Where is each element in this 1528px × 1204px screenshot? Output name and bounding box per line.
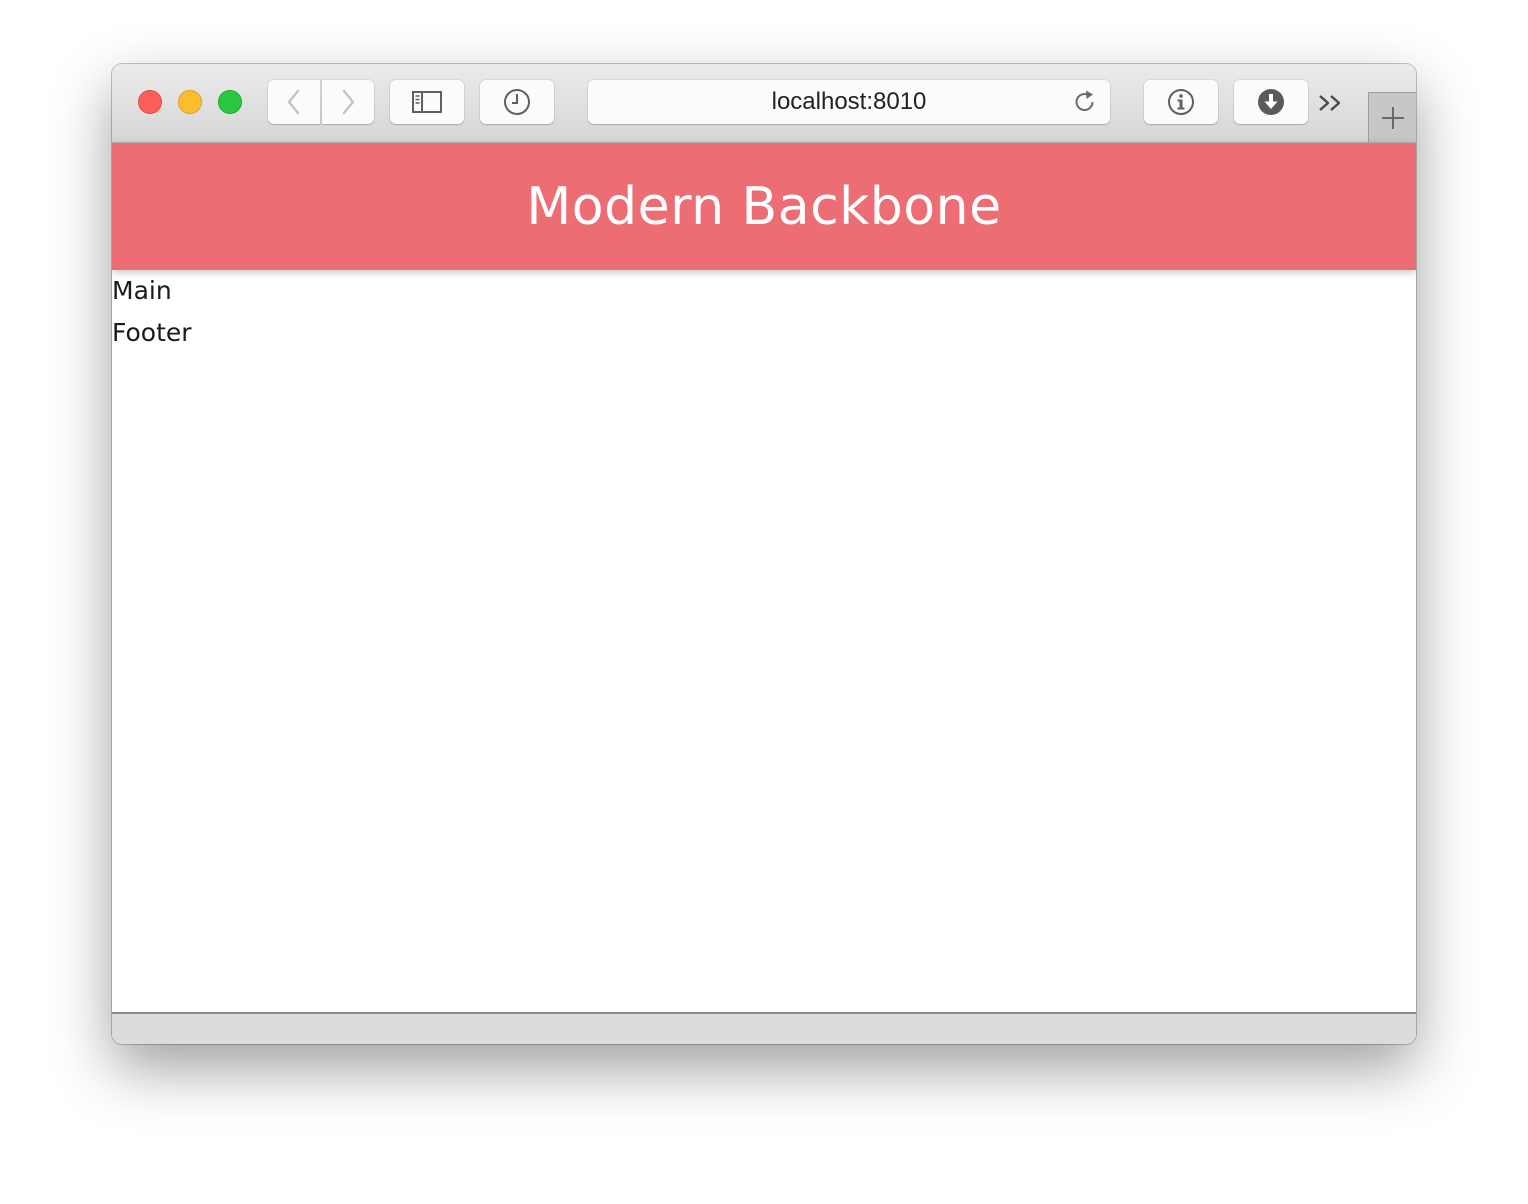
- reload-icon[interactable]: [1072, 89, 1098, 115]
- main-section: Main: [112, 276, 172, 305]
- info-button[interactable]: [1144, 80, 1218, 124]
- desktop: localhost:8010 Modern Backbone Main Foot…: [0, 0, 1528, 1204]
- chevron-left-icon: [287, 89, 300, 115]
- close-window-button[interactable]: [138, 90, 162, 114]
- address-text: localhost:8010: [771, 88, 927, 115]
- double-chevron-right-icon[interactable]: [1316, 88, 1346, 118]
- minimize-window-button[interactable]: [178, 90, 202, 114]
- clock-icon: [504, 89, 530, 115]
- browser-toolbar: localhost:8010: [112, 64, 1416, 143]
- back-button[interactable]: [268, 80, 320, 124]
- status-bar: [112, 1012, 1416, 1044]
- sidebar-button[interactable]: [390, 80, 464, 124]
- web-page: Modern Backbone Main Footer: [112, 143, 1416, 1012]
- footer-section: Footer: [112, 318, 192, 347]
- app-header: Modern Backbone: [112, 143, 1416, 270]
- info-icon: [1168, 89, 1194, 115]
- download-button[interactable]: [1234, 80, 1308, 124]
- chevron-right-icon: [342, 89, 355, 115]
- history-button[interactable]: [480, 80, 554, 124]
- plus-icon: [1382, 107, 1404, 129]
- forward-button[interactable]: [322, 80, 374, 124]
- download-icon: [1258, 89, 1284, 115]
- browser-window: localhost:8010 Modern Backbone Main Foot…: [112, 64, 1416, 1044]
- page-title: Modern Backbone: [526, 176, 1002, 237]
- sidebar-icon: [412, 91, 442, 113]
- new-tab-button[interactable]: [1368, 92, 1416, 142]
- zoom-window-button[interactable]: [218, 90, 242, 114]
- address-bar[interactable]: localhost:8010: [588, 80, 1110, 124]
